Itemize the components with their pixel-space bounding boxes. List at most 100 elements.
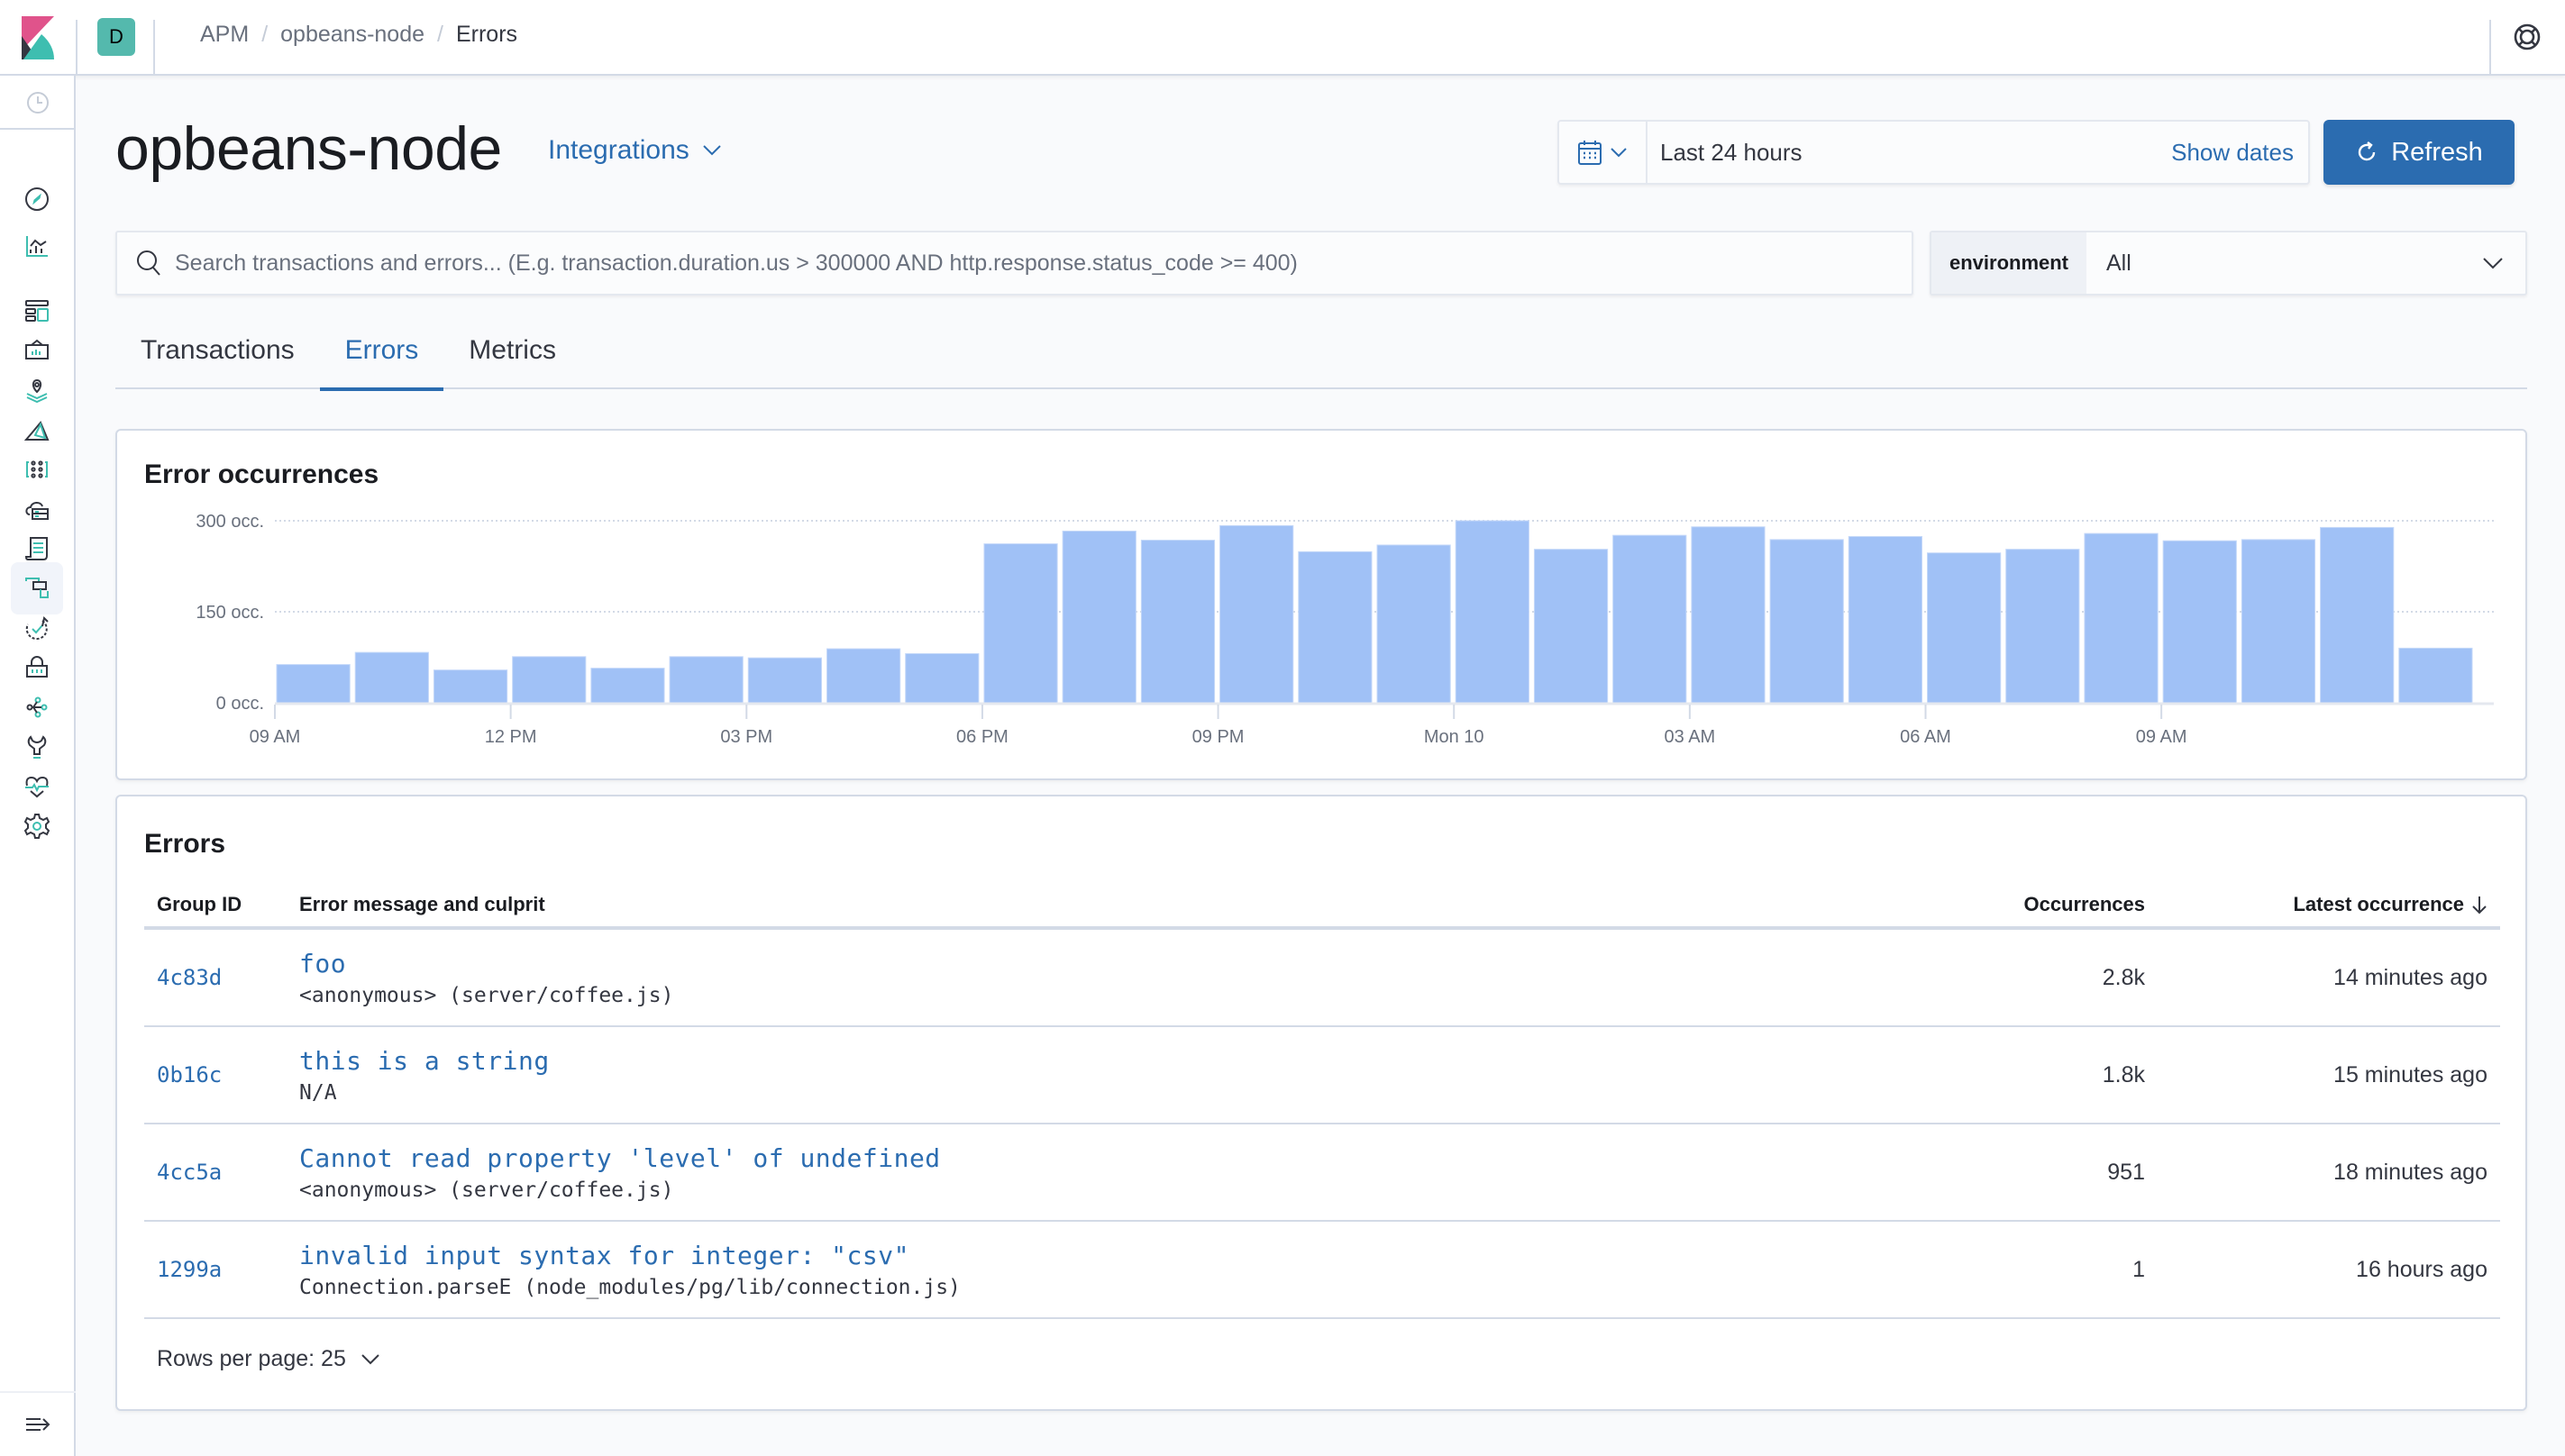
chart-bar[interactable]: [354, 651, 429, 704]
error-message-link[interactable]: this is a string: [299, 1046, 1914, 1076]
group-id-link[interactable]: 4c83d: [144, 965, 299, 990]
ml-icon: [23, 421, 50, 441]
column-occurrences[interactable]: Occurrences: [1914, 893, 2158, 916]
chart-bar[interactable]: [2084, 532, 2159, 704]
environment-select[interactable]: environment All: [1930, 231, 2527, 296]
calendar-icon: [1578, 141, 1602, 165]
error-culprit: N/A: [299, 1080, 337, 1105]
chart-bar[interactable]: [1062, 530, 1136, 704]
x-tick-label: 12 PM: [485, 727, 537, 747]
chart-bar[interactable]: [2241, 539, 2316, 704]
chart-bar[interactable]: [1533, 549, 1609, 704]
service-tabs: Transactions Errors Metrics: [115, 330, 2527, 391]
error-culprit: <anonymous> (server/coffee.js): [299, 983, 674, 1007]
error-occurrences-panel: Error occurrences 0 occ. 150 occ. 300 occ.…: [115, 429, 2527, 780]
occurrences-value: 1.8k: [2102, 1061, 2145, 1087]
help-lifebuoy-icon[interactable]: [2513, 23, 2542, 51]
kibana-logo-icon[interactable]: [16, 16, 59, 59]
integrations-menu-button[interactable]: Integrations: [548, 135, 722, 166]
recently-viewed[interactable]: [0, 76, 76, 130]
refresh-button[interactable]: Refresh: [2323, 120, 2515, 185]
sidebar-item-visualize[interactable]: [11, 220, 63, 272]
chart-bar[interactable]: [1927, 552, 2002, 704]
gear-icon: [23, 814, 50, 839]
show-dates-link[interactable]: Show dates: [2171, 139, 2308, 167]
breadcrumb-errors: Errors: [455, 22, 518, 47]
table-row: 1299a invalid input syntax for integer: …: [144, 1222, 2500, 1319]
group-id-link[interactable]: 0b16c: [144, 1062, 299, 1087]
sidebar-item-management[interactable]: [11, 800, 63, 852]
column-latest-occurrence[interactable]: Latest occurrence: [2158, 893, 2500, 916]
chevron-down-icon: [361, 1353, 379, 1364]
latest-occurrence-value: 16 hours ago: [2356, 1256, 2487, 1282]
error-message-link[interactable]: Cannot read property 'level' of undefine…: [299, 1143, 1914, 1173]
search-input[interactable]: [175, 250, 1912, 277]
chart-bar[interactable]: [1612, 534, 1687, 704]
chart-bar[interactable]: [1848, 536, 1923, 704]
chart-bar[interactable]: [669, 656, 744, 704]
chevron-down-icon: [2483, 258, 2503, 269]
page-title: opbeans-node: [115, 114, 502, 183]
topbar-divider: [153, 20, 155, 74]
side-navigation: [0, 76, 76, 1456]
chart-bar[interactable]: [826, 648, 901, 704]
error-message-link[interactable]: foo: [299, 949, 1914, 978]
chart-bar[interactable]: [2162, 540, 2237, 704]
chart-bar[interactable]: [1376, 544, 1451, 704]
breadcrumb-apm[interactable]: APM: [200, 22, 249, 48]
chevron-down-icon: [1611, 148, 1627, 158]
error-message-link[interactable]: invalid input syntax for integer: "csv": [299, 1241, 1914, 1270]
chart-bar[interactable]: [1691, 526, 1766, 704]
clock-icon: [27, 92, 49, 114]
group-id-link[interactable]: 4cc5a: [144, 1160, 299, 1185]
chart-bar[interactable]: [747, 657, 822, 704]
chart-bar[interactable]: [276, 664, 351, 704]
chart-bar[interactable]: [1140, 540, 1216, 704]
chart-bar[interactable]: [1298, 551, 1373, 704]
quick-select-button[interactable]: [1559, 122, 1648, 183]
chart-bar[interactable]: [1769, 539, 1844, 704]
integrations-label: Integrations: [548, 135, 689, 165]
chart-bar[interactable]: [983, 543, 1058, 704]
maps-icon: [26, 378, 48, 404]
rows-per-page-label: Rows per page: 25: [157, 1346, 346, 1371]
group-id-link[interactable]: 1299a: [144, 1257, 299, 1282]
rows-per-page-button[interactable]: Rows per page: 25: [157, 1346, 380, 1372]
refresh-icon: [2359, 141, 2376, 161]
chart-bar[interactable]: [2320, 526, 2395, 704]
chart-bar[interactable]: [2398, 647, 2473, 704]
column-message[interactable]: Error message and culprit: [299, 893, 1914, 916]
chart-bar[interactable]: [905, 652, 980, 704]
kuery-search-bar: [115, 231, 1913, 296]
column-group-id[interactable]: Group ID: [144, 893, 299, 916]
x-tick-label: 09 AM: [250, 727, 301, 747]
chart-bar[interactable]: [1219, 524, 1294, 704]
wrench-icon: [27, 735, 47, 759]
chart-bar[interactable]: [1455, 520, 1529, 704]
x-tick-label: 06 PM: [956, 727, 1009, 747]
errors-panel: Errors Group ID Error message and culpri…: [115, 795, 2527, 1411]
table-row: 4cc5a Cannot read property 'level' of un…: [144, 1124, 2500, 1222]
occurrences-value: 1: [2132, 1256, 2145, 1282]
y-tick-label: 300 occ.: [196, 512, 264, 532]
chart-bar[interactable]: [590, 668, 665, 704]
breadcrumb-service[interactable]: opbeans-node: [280, 22, 424, 48]
chart-bar[interactable]: [512, 656, 587, 704]
sidebar-item-placeholder: [11, 153, 63, 205]
environment-value: All: [2106, 250, 2131, 276]
environment-label: environment: [1931, 232, 2086, 294]
occurrences-value: 2.8k: [2102, 964, 2145, 990]
tab-errors[interactable]: Errors: [319, 330, 444, 391]
table-body: 4c83d foo <anonymous> (server/coffee.js) …: [144, 930, 2500, 1319]
errors-table: Group ID Error message and culprit Occur…: [144, 883, 2500, 1319]
time-range-label[interactable]: Last 24 hours: [1648, 139, 2171, 167]
collapse-nav-button[interactable]: [0, 1391, 76, 1456]
sort-descending-icon: [2472, 896, 2487, 915]
tab-transactions[interactable]: Transactions: [115, 330, 320, 389]
space-avatar[interactable]: D: [97, 18, 135, 56]
chart-bar[interactable]: [2005, 549, 2080, 704]
latest-occurrence-value: 14 minutes ago: [2333, 964, 2487, 990]
chart-bar[interactable]: [433, 669, 508, 704]
infrastructure-icon: [26, 460, 48, 478]
tab-metrics[interactable]: Metrics: [443, 330, 581, 389]
